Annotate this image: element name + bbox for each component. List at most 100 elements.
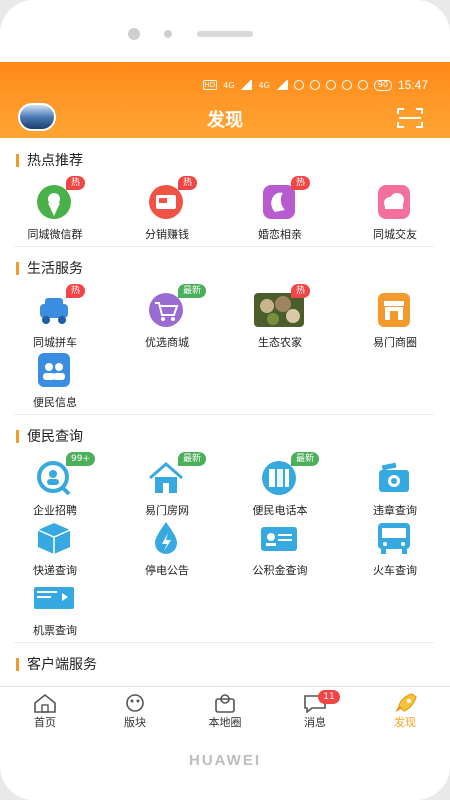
grid-item[interactable]: 最新易门房网 [112, 452, 222, 522]
tab-rocket[interactable]: 发现 [360, 687, 450, 733]
section-accent-bar [16, 261, 19, 275]
tab-label: 版块 [124, 716, 146, 729]
item-badge: 热 [291, 284, 311, 298]
item-badge: 热 [291, 176, 311, 190]
tab-label: 首页 [34, 716, 56, 729]
local-circle-icon [212, 693, 238, 713]
bottom-tab-bar: 首页 版块 本地圈 11 消息 发现 [0, 686, 450, 732]
unread-count-badge: 11 [318, 690, 340, 704]
eye-comfort-icon [309, 80, 320, 90]
grid-item[interactable]: 公积金查询 [225, 520, 335, 582]
signal-icon-2 [275, 80, 288, 90]
alarm-icon [341, 80, 352, 90]
network-4g-label-2: 4G [258, 80, 270, 90]
grid-item[interactable]: 违章查询 [340, 460, 450, 522]
clock: 15:47 [397, 78, 428, 92]
sensor-icon [164, 30, 172, 38]
battery-icon: 90 [373, 79, 392, 91]
phone-bezel [0, 0, 450, 62]
network-4g-label: 4G [223, 80, 235, 90]
rocket-icon [392, 693, 418, 713]
section-divider [14, 414, 434, 415]
app-notify-icon [325, 80, 336, 90]
section-title-text: 客户端服务 [27, 657, 97, 673]
location-icon [357, 80, 368, 90]
section-title-text: 生活服务 [27, 261, 83, 277]
item-label: 机票查询 [33, 624, 77, 637]
item-label: 火车查询 [373, 564, 417, 577]
item-label: 易门商圈 [373, 336, 417, 349]
item-badge: 最新 [178, 452, 207, 466]
item-label: 便民信息 [33, 396, 77, 409]
nfc-icon [293, 80, 304, 90]
grid-item[interactable]: 热同城微信群 [0, 176, 110, 246]
grid-item[interactable]: 机票查询 [0, 580, 110, 642]
item-badge: 最新 [178, 284, 207, 298]
tab-local-circle[interactable]: 本地圈 [180, 687, 270, 733]
grid-item[interactable]: 最新优选商城 [112, 284, 222, 354]
tab-label: 消息 [304, 716, 326, 729]
grid-icon [122, 693, 148, 713]
item-label: 易门房网 [145, 504, 189, 517]
item-badge: 99+ [66, 452, 95, 466]
page-title: 发现 [207, 110, 243, 131]
section-accent-bar [16, 429, 19, 443]
people-icon [28, 352, 80, 388]
grid-item[interactable]: 99+ 企业招聘 [0, 452, 110, 522]
section-title-text: 热点推荐 [27, 153, 83, 169]
earpiece-speaker [197, 31, 253, 37]
tab-label: 本地圈 [208, 716, 242, 729]
section-divider [14, 246, 434, 247]
item-label: 企业招聘 [33, 504, 77, 517]
grid-item[interactable]: 同城交友 [340, 184, 450, 246]
item-label: 停电公告 [145, 564, 189, 577]
item-label: 便民电话本 [252, 504, 308, 517]
item-badge: 热 [66, 284, 86, 298]
tab-message[interactable]: 11 消息 [270, 687, 360, 733]
status-bar: HD 4G 4G 90 15:47 [202, 78, 428, 92]
signal-icon [240, 80, 253, 90]
tab-home[interactable]: 首页 [0, 687, 90, 733]
section-title-text: 便民查询 [27, 429, 83, 445]
hd-icon: HD [202, 80, 218, 90]
scan-icon[interactable] [396, 106, 424, 130]
grid-item[interactable]: 最新 便民电话本 [225, 452, 335, 522]
device-brand-label: HUAWEI [189, 752, 261, 769]
grid-item[interactable]: 热分销赚钱 [112, 176, 222, 246]
item-label: 优选商城 [145, 336, 189, 349]
section-divider [14, 642, 434, 643]
id-card-icon [253, 520, 305, 556]
camera-icon [368, 460, 420, 496]
section-accent-bar [16, 657, 19, 671]
shop-icon [368, 292, 420, 328]
grid-item[interactable]: 热生态农家 [225, 284, 335, 354]
ticket-icon [28, 580, 80, 616]
tab-grid[interactable]: 版块 [90, 687, 180, 733]
grid-item[interactable]: 停电公告 [112, 520, 222, 582]
grid-item[interactable]: 便民信息 [0, 352, 110, 414]
bus-icon [368, 520, 420, 556]
item-label: 公积金查询 [252, 564, 308, 577]
grid-item[interactable]: 热同城拼车 [0, 284, 110, 354]
grid-item[interactable]: 火车查询 [340, 520, 450, 582]
grid-item[interactable]: 易门商圈 [340, 292, 450, 354]
section-title: 客户端服务 [16, 654, 97, 674]
item-label: 快递查询 [33, 564, 77, 577]
item-badge: 热 [66, 176, 86, 190]
tab-label: 发现 [394, 716, 416, 729]
item-label: 违章查询 [373, 504, 417, 517]
item-label: 婚恋相亲 [258, 228, 302, 241]
package-icon [28, 520, 80, 556]
section-title: 生活服务 [16, 258, 83, 278]
discover-content[interactable]: 热点推荐热同城微信群热分销赚钱热婚恋相亲 同城交友 生活服务热同城拼车 最新 优选商城热… [0, 138, 450, 686]
item-label: 分销赚钱 [145, 228, 189, 241]
item-label: 同城交友 [373, 228, 417, 241]
grid-item[interactable]: 热婚恋相亲 [225, 176, 335, 246]
section-title: 便民查询 [16, 426, 83, 446]
item-label: 同城微信群 [27, 228, 83, 241]
item-badge: 热 [178, 176, 198, 190]
cloud-icon [368, 184, 420, 220]
item-label: 同城拼车 [33, 336, 77, 349]
home-icon [32, 693, 58, 713]
grid-item[interactable]: 快递查询 [0, 520, 110, 582]
